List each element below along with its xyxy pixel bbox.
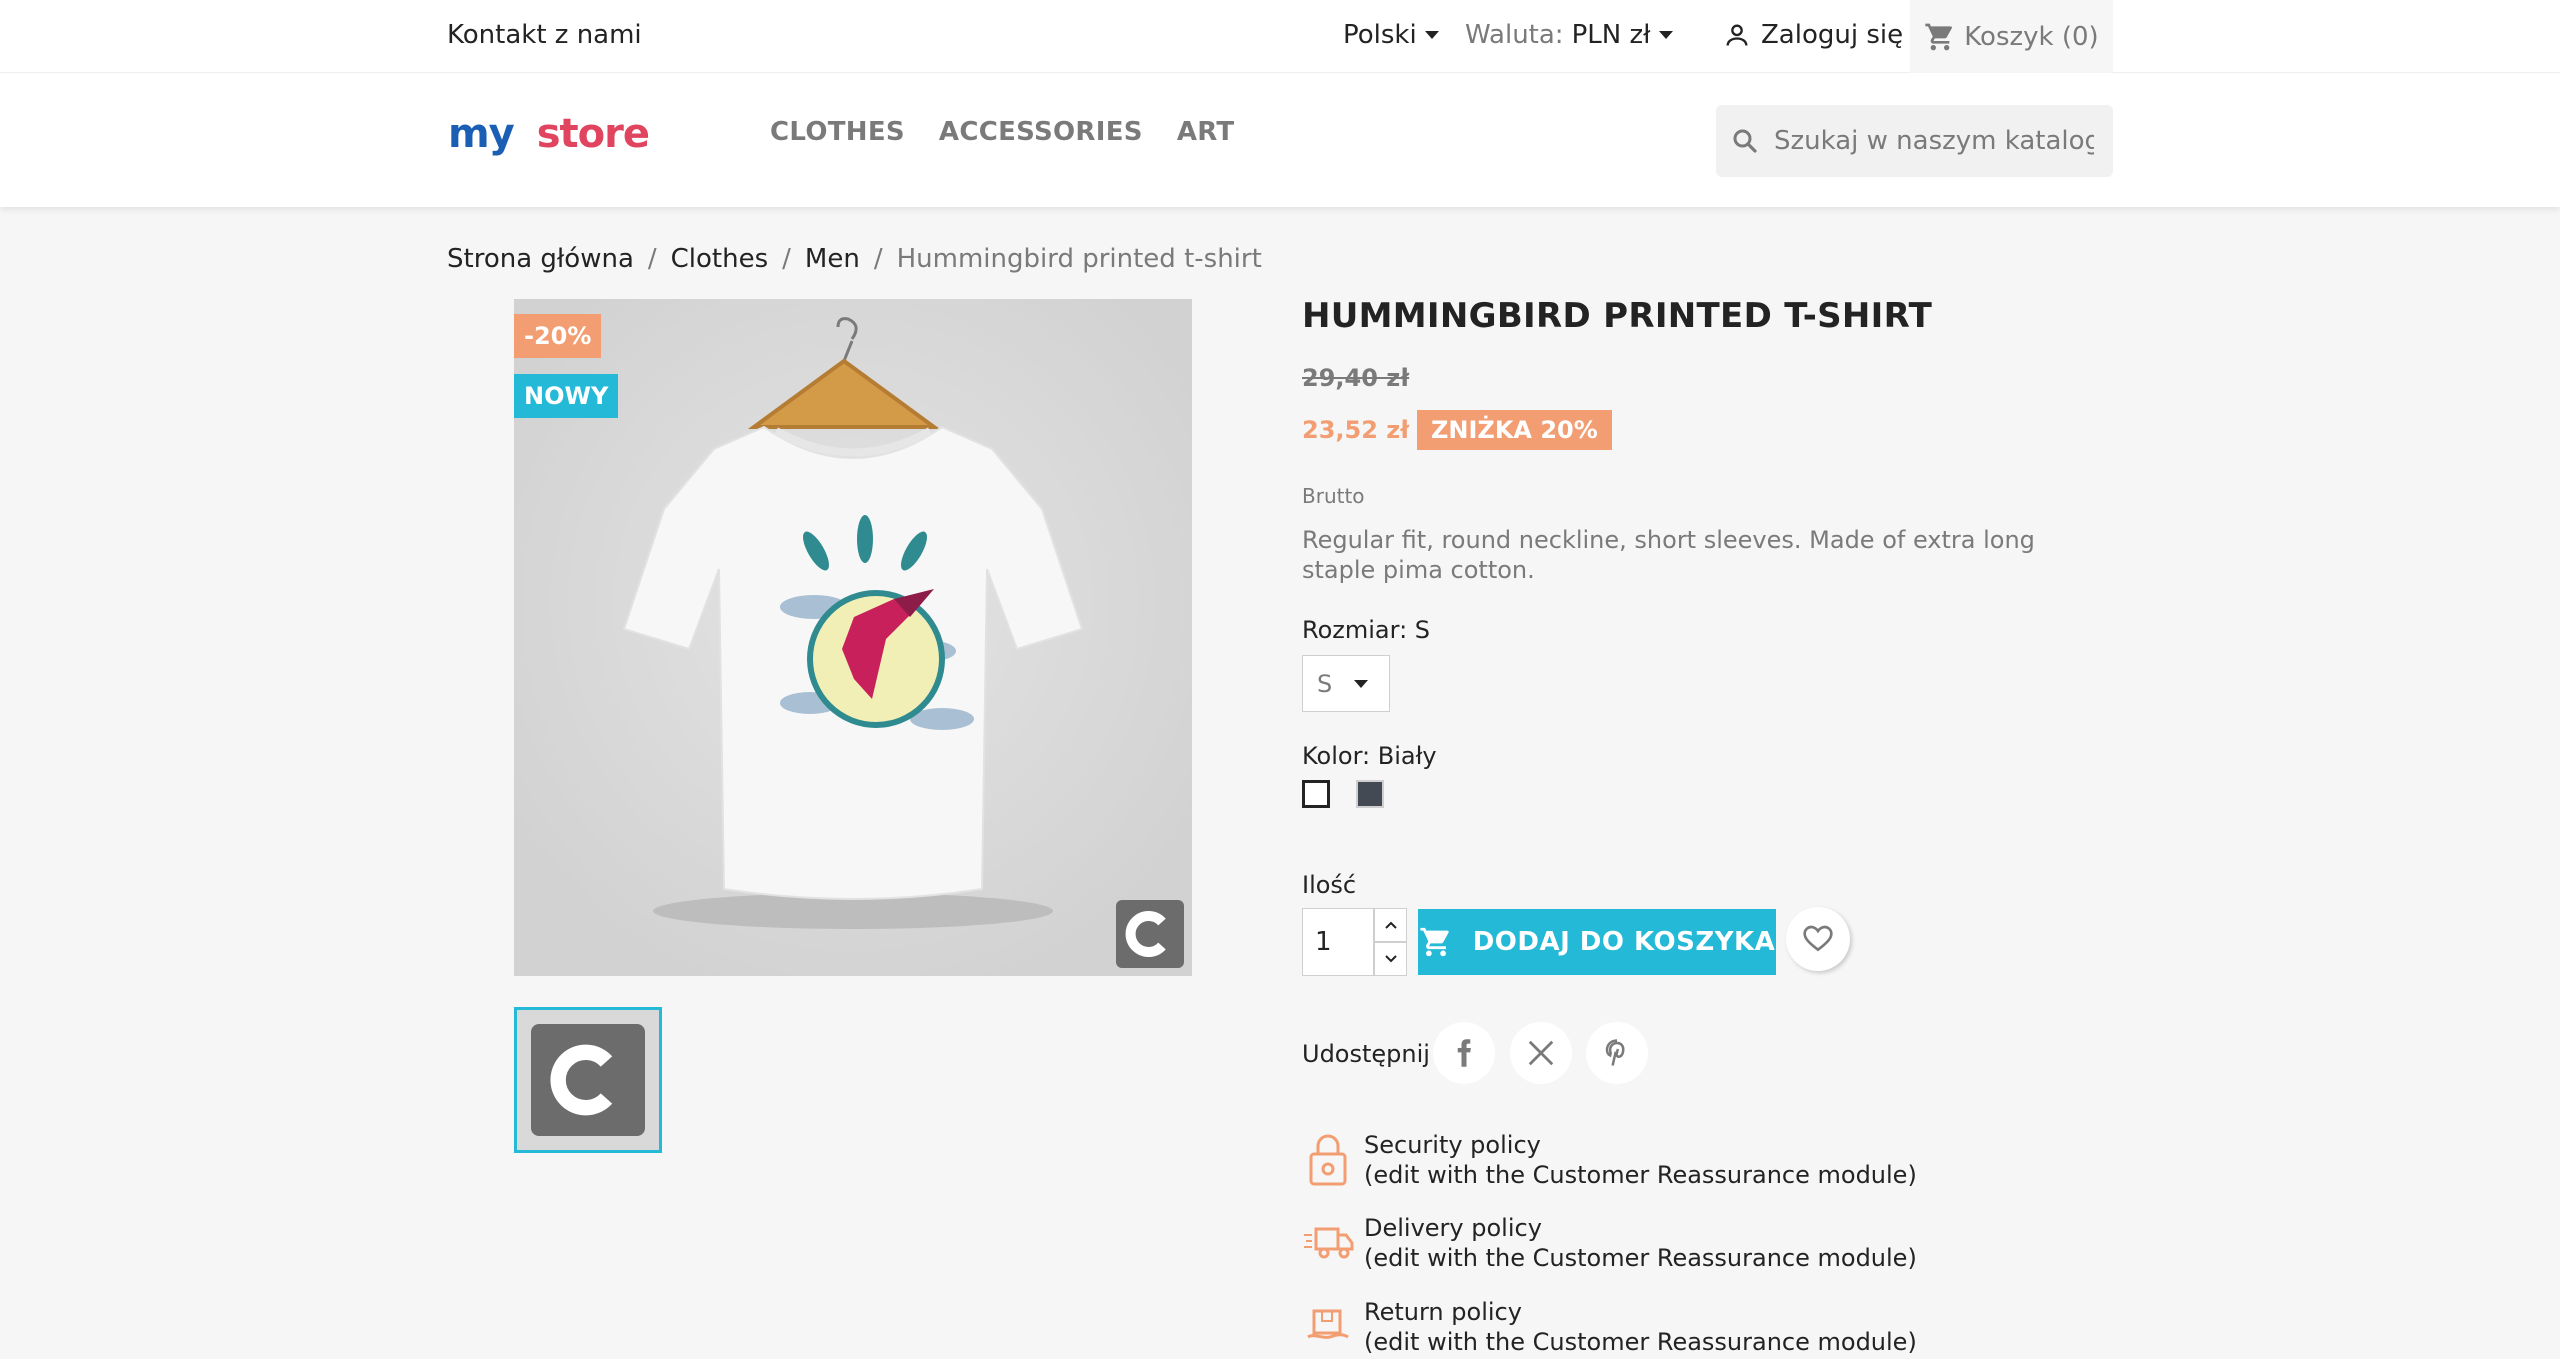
zoom-button[interactable] <box>1116 900 1184 968</box>
search-icon[interactable] <box>1730 126 1760 156</box>
zoom-icon <box>550 1044 613 1116</box>
share-label: Udostępnij <box>1302 1040 1430 1068</box>
reassurance-return: Return policy (edit with the Customer Re… <box>1302 1297 1917 1357</box>
breadcrumb-home[interactable]: Strona główna <box>447 244 634 274</box>
pinterest-icon <box>1605 1039 1625 1066</box>
zoom-icon <box>1125 911 1166 957</box>
chevron-down-icon <box>1658 31 1673 39</box>
discount-badge: -20% <box>514 314 602 358</box>
login-link[interactable]: Zaloguj się <box>1723 20 1903 50</box>
user-icon <box>1726 24 1748 46</box>
language-selector[interactable]: Polski <box>1343 20 1439 50</box>
product-title: HUMMINGBIRD PRINTED T-SHIRT <box>1302 296 1933 336</box>
cart-label: Koszyk (0) <box>1964 21 2099 52</box>
store-logo[interactable]: my store <box>448 111 650 157</box>
quantity-label: Ilość <box>1302 871 1357 899</box>
logo-word-my: my <box>448 111 515 157</box>
chevron-down-icon <box>1424 31 1439 39</box>
add-to-cart-label: DODAJ DO KOSZYKA <box>1472 927 1776 957</box>
search-input[interactable] <box>1774 126 2094 156</box>
quantity-increase-button[interactable] <box>1374 908 1407 942</box>
search-box <box>1716 105 2113 177</box>
reassurance-subtitle: (edit with the Customer Reassurance modu… <box>1364 1244 1917 1272</box>
size-label: Rozmiar: S <box>1302 616 1431 644</box>
header: my store CLOTHES ACCESSORIES ART <box>0 73 2560 207</box>
language-label: Polski <box>1343 20 1417 50</box>
lock-icon <box>1302 1130 1354 1190</box>
quantity-input[interactable]: 1 <box>1302 908 1374 976</box>
currency-value: PLN zł <box>1571 20 1651 50</box>
tax-label: Brutto <box>1302 484 1365 508</box>
cart-icon <box>1420 927 1449 957</box>
reassurance-subtitle: (edit with the Customer Reassurance modu… <box>1364 1161 1917 1189</box>
return-box-icon <box>1302 1297 1354 1357</box>
breadcrumb-clothes[interactable]: Clothes <box>671 244 769 274</box>
product-description: Regular fit, round neckline, short sleev… <box>1302 526 2035 584</box>
reassurance-subtitle: (edit with the Customer Reassurance modu… <box>1364 1328 1917 1356</box>
reassurance-delivery: Delivery policy (edit with the Customer … <box>1302 1213 1917 1273</box>
breadcrumb-separator: / <box>647 244 657 274</box>
size-value: S <box>1317 669 1333 698</box>
chevron-down-icon <box>1384 955 1397 963</box>
product-thumbnail[interactable] <box>514 1007 662 1153</box>
color-label: Kolor: Biały <box>1302 742 1437 770</box>
wishlist-button[interactable] <box>1786 907 1850 971</box>
share-facebook-button[interactable] <box>1433 1022 1495 1084</box>
contact-link[interactable]: Kontakt z nami <box>447 20 642 50</box>
new-badge: NOWY <box>514 374 619 418</box>
reassurance-title: Delivery policy <box>1364 1214 1542 1242</box>
reassurance-title: Return policy <box>1364 1298 1522 1326</box>
top-nav: Kontakt z nami Polski Waluta: PLN zł Zal… <box>0 0 2560 73</box>
thumbnail-image <box>531 1024 645 1136</box>
main-menu: CLOTHES ACCESSORIES ART <box>770 117 1234 147</box>
discount-tag: ZNIŻKA 20% <box>1417 410 1612 450</box>
currency-selector[interactable]: Waluta: PLN zł <box>1465 20 1673 50</box>
share-pinterest-button[interactable] <box>1586 1022 1648 1084</box>
reassurance-title: Security policy <box>1364 1131 1541 1159</box>
login-label: Zaloguj się <box>1761 20 1904 50</box>
regular-price: 29,40 zł <box>1302 364 1410 392</box>
breadcrumb-men[interactable]: Men <box>805 244 860 274</box>
current-price: 23,52 zł <box>1302 416 1410 444</box>
menu-item-accessories[interactable]: ACCESSORIES <box>939 117 1143 147</box>
reassurance-security: Security policy (edit with the Customer … <box>1302 1130 1917 1190</box>
color-swatch-grey[interactable] <box>1356 780 1384 808</box>
quantity-decrease-button[interactable] <box>1374 942 1407 976</box>
color-swatch-white[interactable] <box>1302 780 1330 808</box>
cart-button[interactable]: Koszyk (0) <box>1910 0 2113 73</box>
facebook-icon <box>1457 1039 1471 1067</box>
menu-item-art[interactable]: ART <box>1177 117 1235 147</box>
truck-icon <box>1302 1213 1354 1273</box>
chevron-up-icon <box>1384 921 1397 929</box>
cart-icon <box>1925 23 1953 50</box>
add-to-cart-button[interactable]: DODAJ DO KOSZYKA <box>1418 909 1776 975</box>
logo-word-store: store <box>536 111 650 157</box>
breadcrumb-separator: / <box>782 244 791 274</box>
size-select[interactable]: S <box>1302 655 1390 712</box>
share-x-button[interactable] <box>1510 1022 1572 1084</box>
breadcrumb-current: Hummingbird printed t-shirt <box>896 244 1262 274</box>
currency-label: Waluta: <box>1465 20 1564 50</box>
breadcrumb: Strona główna / Clothes / Men / Hummingb… <box>447 244 1262 274</box>
menu-item-clothes[interactable]: CLOTHES <box>770 117 905 147</box>
chevron-down-icon <box>1354 679 1369 688</box>
breadcrumb-separator: / <box>873 244 883 274</box>
x-icon <box>1528 1040 1554 1066</box>
heart-icon <box>1803 925 1833 952</box>
